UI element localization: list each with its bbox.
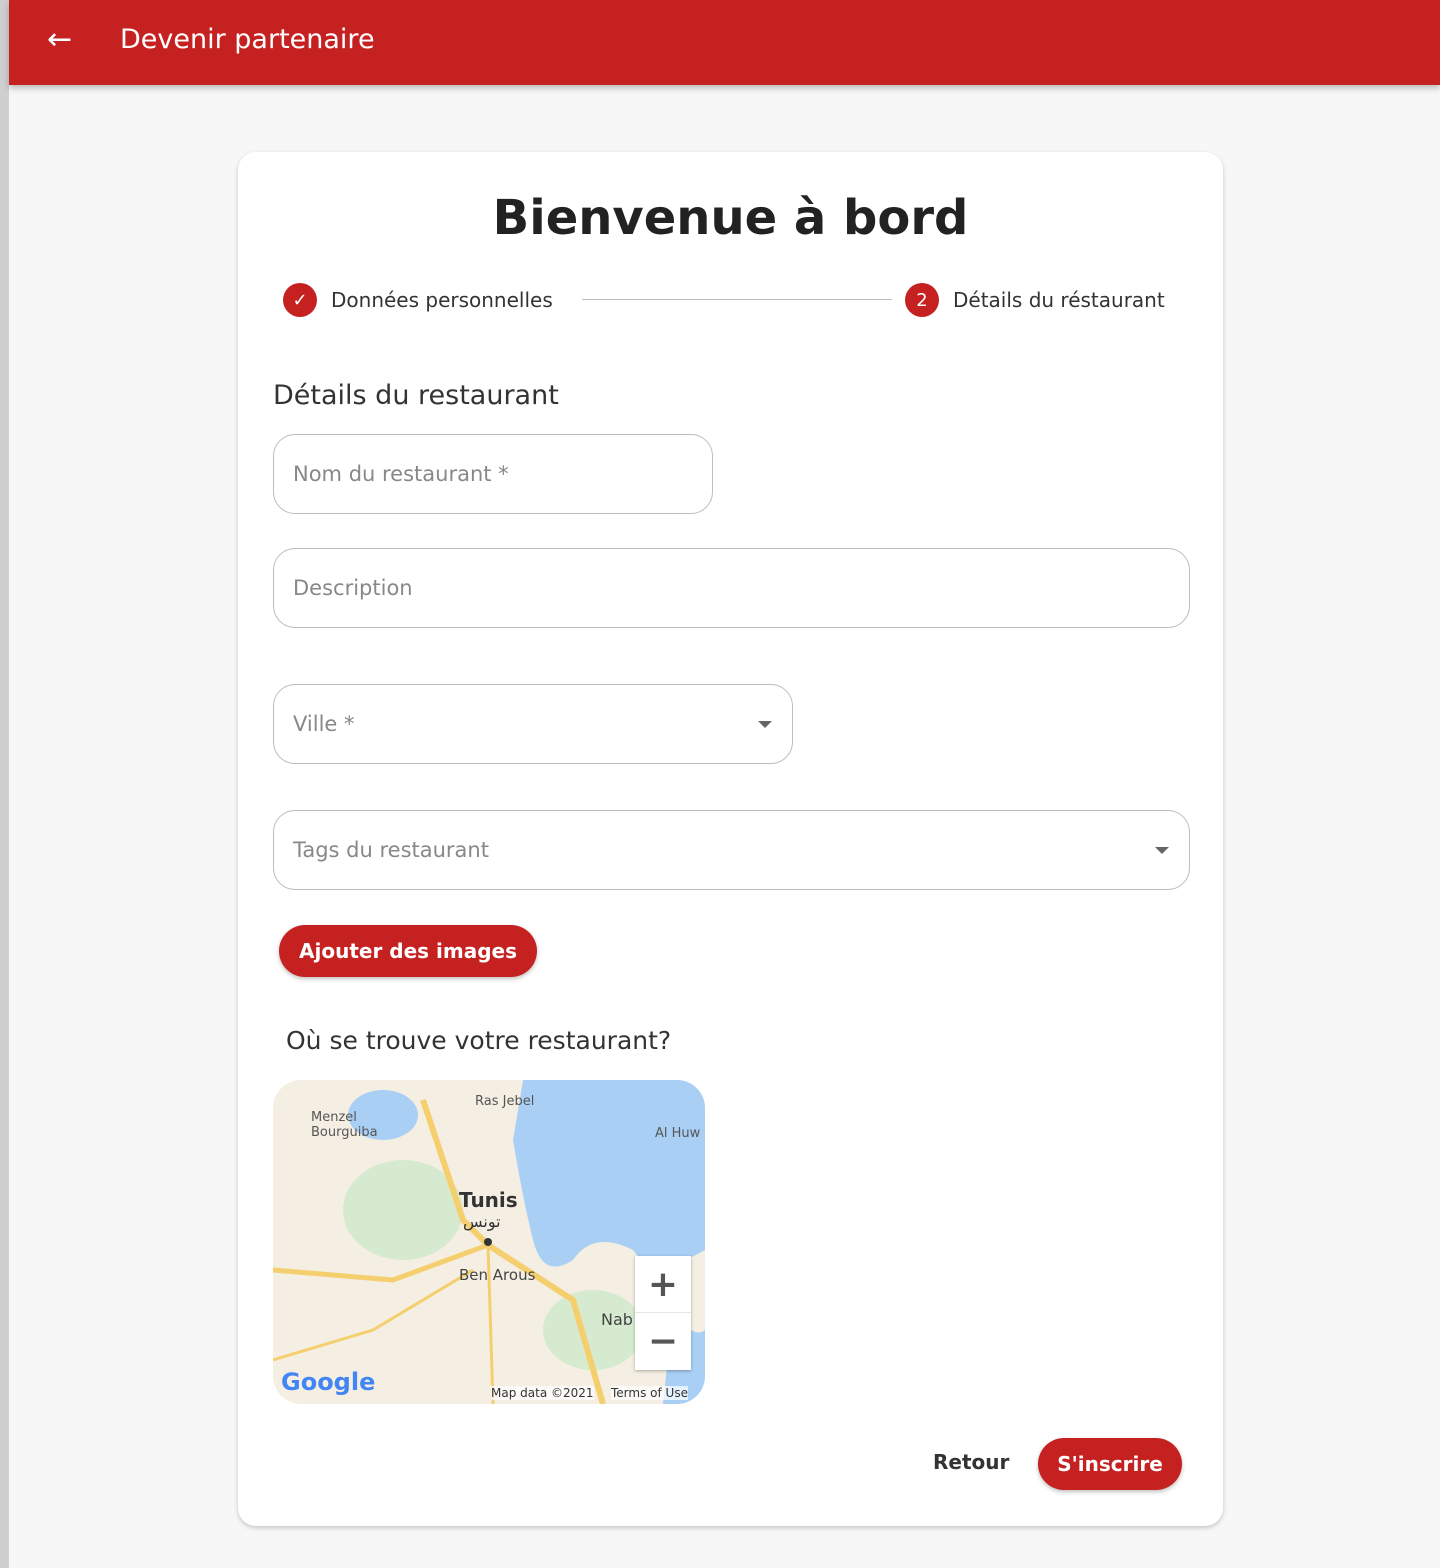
description-input[interactable]: Description [273,548,1190,628]
placeholder: Nom du restaurant * [293,462,509,486]
location-map[interactable]: Tunis تونس Ben Arous Ras Jebel Menzel Bo… [273,1080,705,1404]
terms-link[interactable]: Terms of Use [611,1386,688,1400]
placeholder: Description [293,576,413,600]
stepper-connector [582,299,892,300]
map-label: تونس [463,1212,501,1231]
placeholder: Ville * [293,712,355,736]
register-button[interactable]: S'inscrire [1038,1438,1182,1490]
app-bar: ← Devenir partenaire [9,0,1440,85]
map-label: Menzel Bourguiba [311,1110,378,1140]
check-icon: ✓ [283,283,317,317]
google-logo: Google [281,1368,376,1396]
step-label: Détails du réstaurant [953,288,1165,312]
placeholder: Tags du restaurant [293,838,489,862]
map-label: Ras Jebel [475,1094,535,1109]
add-images-button[interactable]: Ajouter des images [279,925,537,977]
card-title: Bienvenue à bord [492,190,969,246]
dropdown-arrow-icon [758,721,772,728]
step-label: Données personnelles [331,288,553,312]
map-attribution: Map data ©2021 [491,1386,594,1400]
zoom-out-button[interactable]: − [635,1313,691,1370]
restaurant-name-input[interactable]: Nom du restaurant * [273,434,713,514]
map-question: Où se trouve votre restaurant? [286,1026,672,1055]
step-number: 2 [905,283,939,317]
section-title: Détails du restaurant [273,380,559,411]
map-label: Al Huw [655,1126,701,1141]
registration-card: Bienvenue à bord ✓ Données personnelles … [238,152,1223,1526]
tags-select[interactable]: Tags du restaurant [273,810,1190,890]
map-label: Ben Arous [459,1266,536,1284]
back-button[interactable]: Retour [933,1450,1009,1474]
map-label: Tunis [459,1188,518,1212]
map-label: Nab [601,1310,633,1329]
step-personal-data[interactable]: ✓ Données personnelles [283,283,553,317]
arrow-left-icon[interactable]: ← [47,22,77,58]
page-title: Devenir partenaire [120,24,375,55]
map-zoom-control: + − [635,1256,691,1370]
city-select[interactable]: Ville * [273,684,793,764]
dropdown-arrow-icon [1155,847,1169,854]
zoom-in-button[interactable]: + [635,1256,691,1313]
step-restaurant-details[interactable]: 2 Détails du réstaurant [905,283,1165,317]
